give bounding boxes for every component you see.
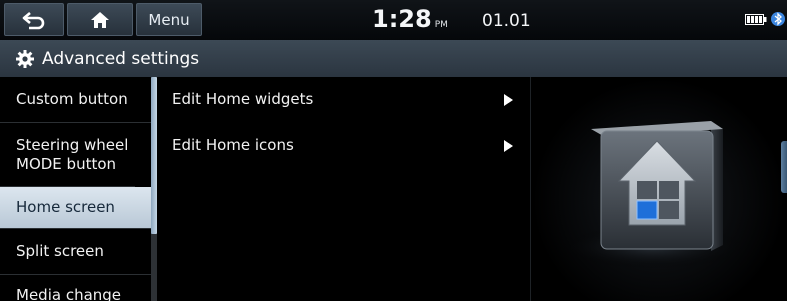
menu-item-custom-button[interactable]: Custom button [0, 77, 151, 123]
list-item-edit-home-icons[interactable]: Edit Home icons [157, 123, 530, 167]
menu-item-label: Home screen [16, 198, 115, 216]
menu-item-steering-wheel-mode-button[interactable]: Steering wheel MODE button [0, 123, 135, 187]
screen: Menu 1:28 PM 01.01 Advanced settings Cus… [0, 0, 787, 301]
chevron-right-icon [504, 140, 513, 152]
battery-icon [745, 13, 767, 25]
settings-list: Edit Home widgets Edit Home icons [157, 77, 530, 301]
clock-ampm: PM [434, 20, 448, 30]
title-bar: Advanced settings [0, 40, 787, 77]
bluetooth-icon [771, 12, 785, 26]
preview-panel [531, 77, 787, 301]
menu-item-label: Custom button [16, 90, 128, 108]
clock: 1:28 PM [372, 5, 448, 37]
list-item-edit-home-widgets[interactable]: Edit Home widgets [157, 77, 530, 121]
status-bar: Menu 1:28 PM 01.01 [0, 0, 787, 40]
list-item-label: Edit Home icons [172, 136, 294, 154]
back-arrow-icon [22, 11, 45, 29]
date: 01.01 [482, 11, 531, 31]
menu-button[interactable]: Menu [136, 3, 202, 36]
menu-item-media-change[interactable]: Media change [0, 275, 151, 301]
home-screen-illustration-icon [558, 121, 748, 269]
list-item-label: Edit Home widgets [172, 90, 314, 108]
chevron-right-icon [504, 94, 513, 106]
page-title: Advanced settings [42, 48, 200, 69]
side-panel-handle[interactable] [781, 141, 787, 193]
menu-item-label: Media change [16, 285, 122, 301]
home-button[interactable] [67, 3, 133, 36]
menu-item-home-screen[interactable]: Home screen [0, 187, 151, 229]
menu-button-label: Menu [148, 10, 190, 29]
gear-icon [16, 49, 34, 68]
menu-item-label: Steering wheel MODE button [16, 135, 129, 173]
clock-time: 1:28 [372, 5, 432, 33]
back-button[interactable] [4, 3, 64, 36]
menu-item-split-screen[interactable]: Split screen [0, 229, 151, 275]
menu-item-label: Split screen [16, 242, 104, 260]
left-menu: Custom button Steering wheel MODE button… [0, 77, 151, 301]
status-icons [745, 11, 785, 27]
home-icon [91, 11, 109, 28]
